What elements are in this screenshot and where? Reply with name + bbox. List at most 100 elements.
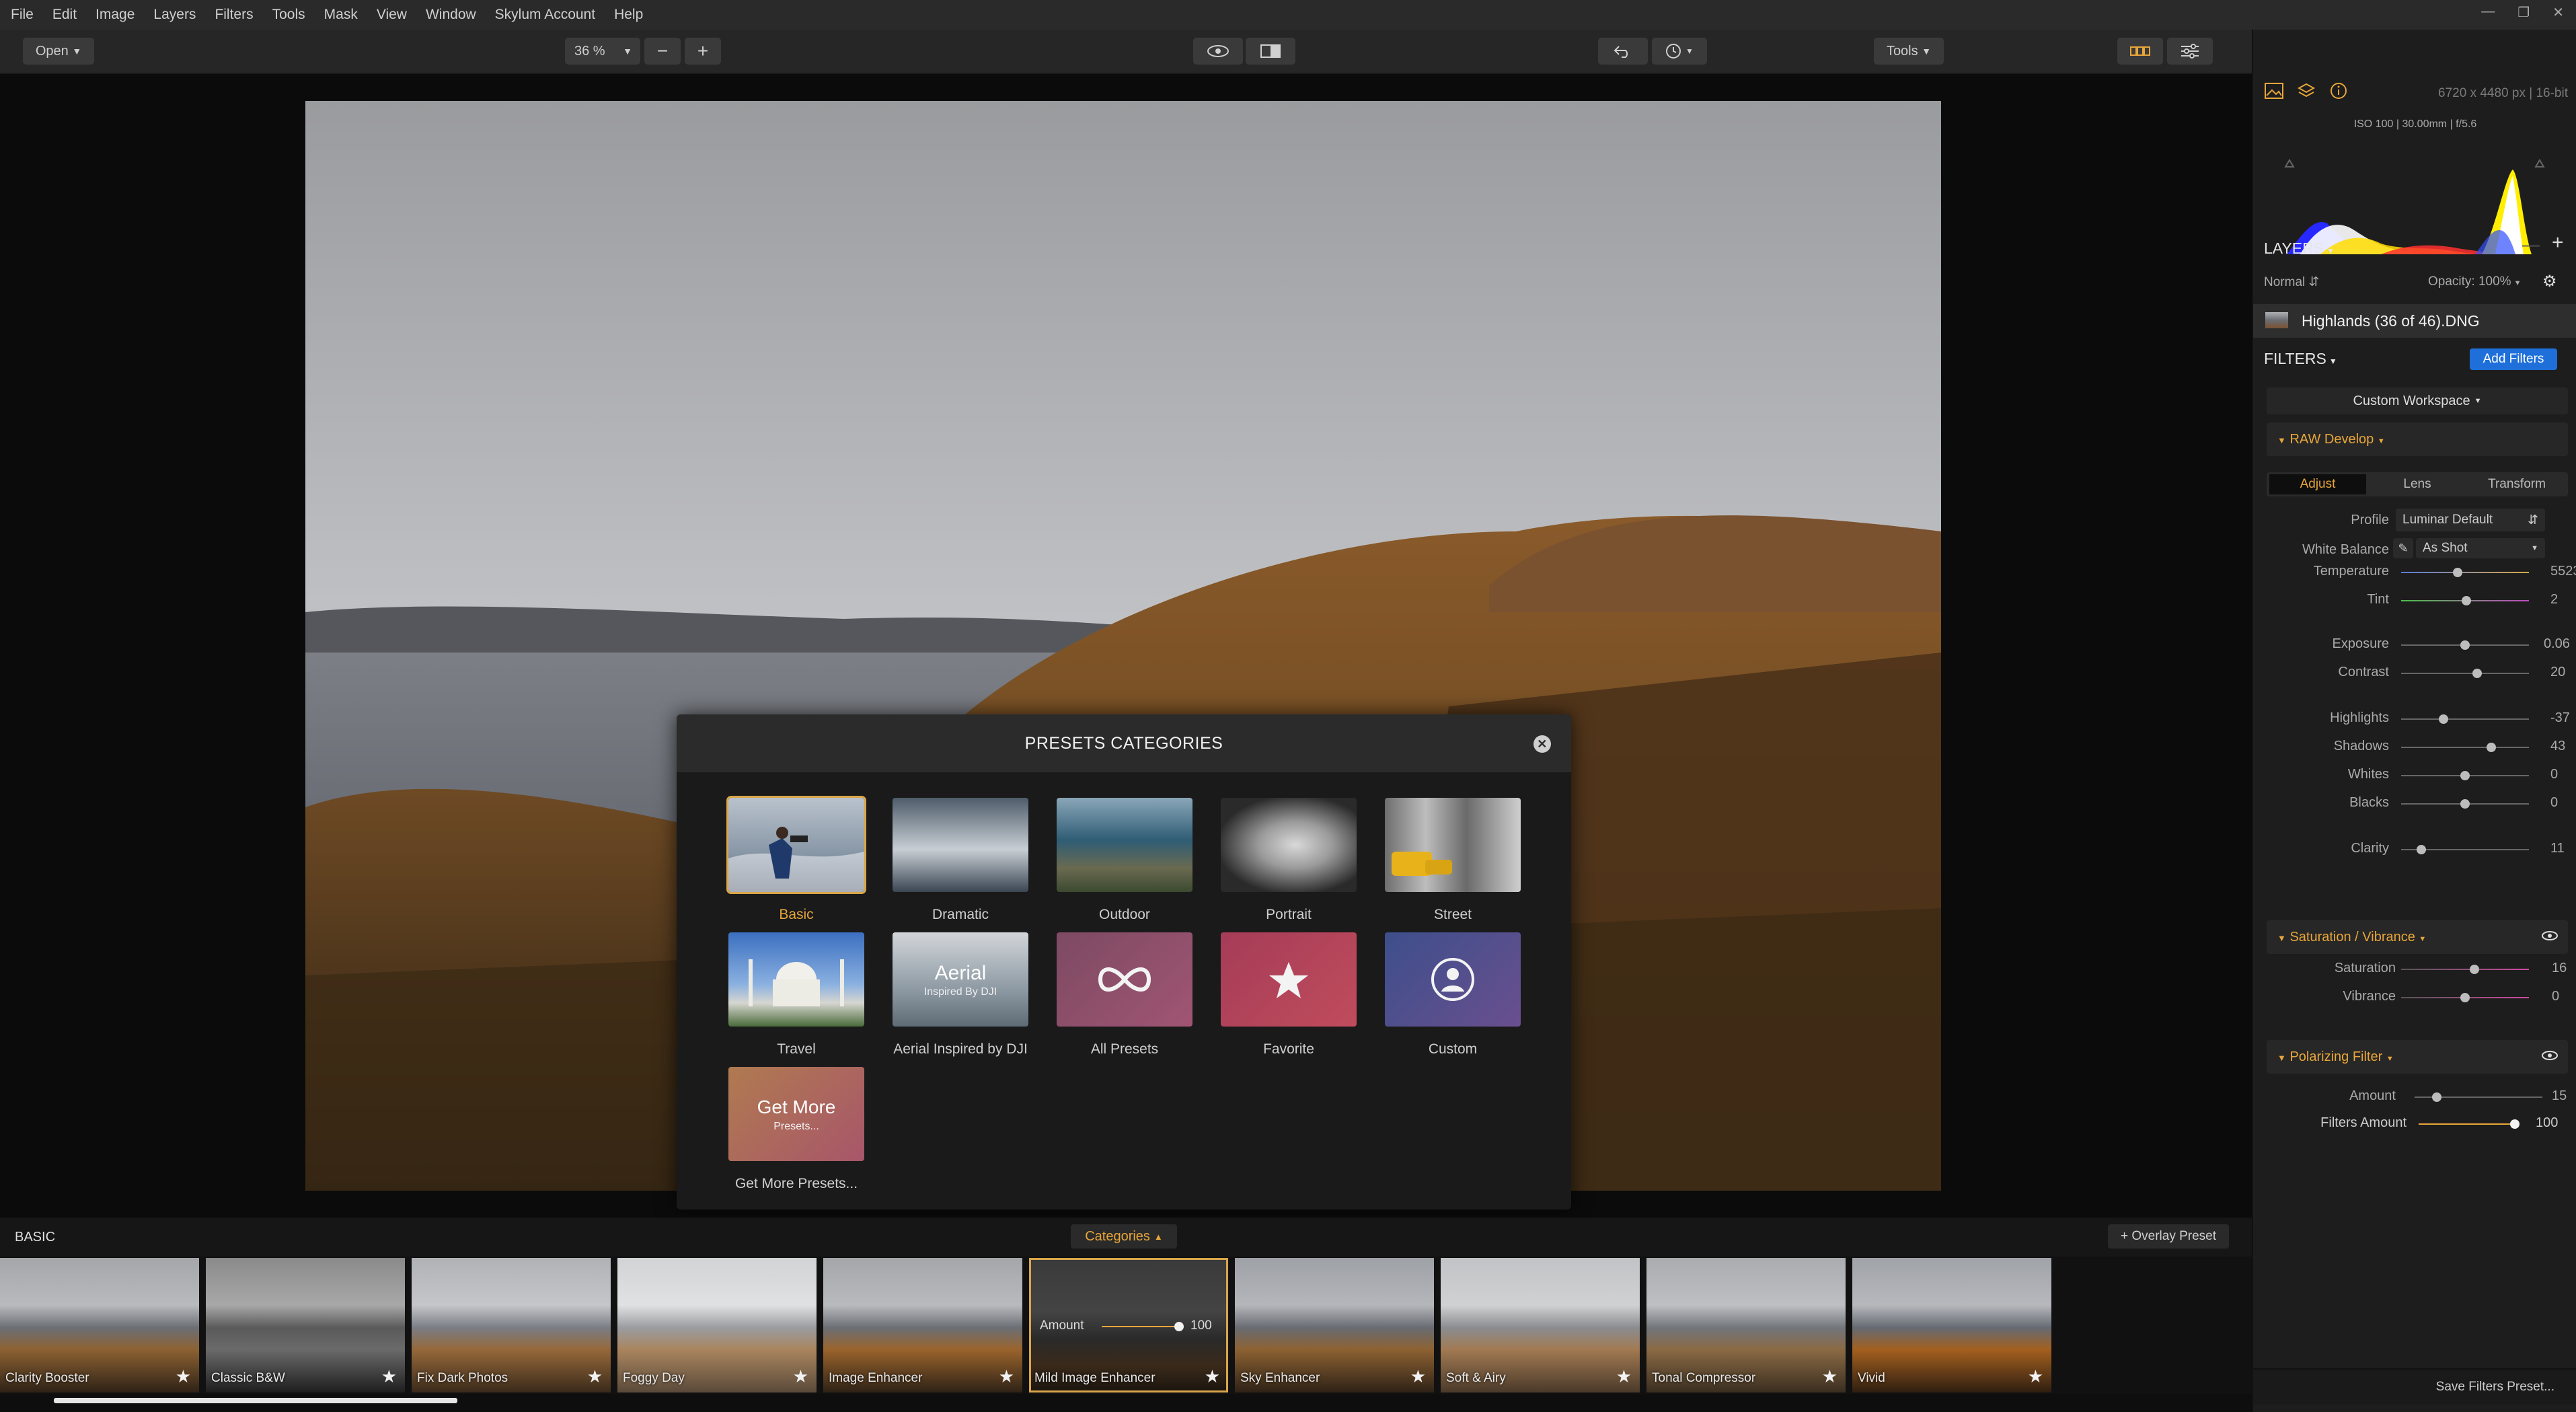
overlay-preset-button[interactable]: + Overlay Preset [2108, 1224, 2229, 1249]
star-icon[interactable]: ★ [2028, 1366, 2043, 1387]
category-travel[interactable]: Travel [728, 932, 865, 1057]
raw-slider[interactable] [2401, 845, 2529, 854]
preset-tile[interactable]: Classic B&W ★ [206, 1258, 405, 1392]
blend-mode-select[interactable]: Normal ⇵ [2264, 274, 2319, 290]
category-custom[interactable]: Custom [1384, 932, 1521, 1057]
star-icon[interactable]: ★ [1822, 1366, 1838, 1387]
layers-icon[interactable] [2298, 82, 2315, 100]
slider-knob[interactable] [2453, 568, 2463, 577]
polarizing-filter-header[interactable]: ▼ Polarizing Filter ▼ [2267, 1040, 2568, 1074]
amount-slider[interactable] [1102, 1322, 1184, 1331]
preset-tile-selected[interactable]: Amount 100 Mild Image Enhancer ★ [1029, 1258, 1228, 1392]
close-icon[interactable]: ✕ [1533, 735, 1551, 753]
preset-tile[interactable]: Soft & Airy ★ [1441, 1258, 1640, 1392]
slider-knob[interactable] [2460, 993, 2470, 1002]
filters-title[interactable]: FILTERS ▼ [2264, 350, 2337, 368]
star-icon[interactable]: ★ [793, 1366, 808, 1387]
category-basic[interactable]: Basic [726, 796, 866, 923]
filmstrip-toggle[interactable] [2117, 38, 2163, 65]
star-icon[interactable]: ★ [381, 1366, 397, 1387]
category-aerial-dji[interactable]: Aerial Inspired By DJI Aerial Inspired b… [892, 932, 1029, 1057]
eyedropper-icon[interactable]: ✎ [2393, 538, 2413, 558]
menu-skylum-account[interactable]: Skylum Account [486, 7, 605, 23]
raw-slider[interactable] [2401, 640, 2529, 650]
category-get-more[interactable]: Get More Presets... Get More Presets... [728, 1067, 865, 1192]
adjustments-toggle[interactable] [2167, 38, 2213, 65]
opacity-select[interactable]: Opacity: 100% ▼ [2428, 274, 2521, 289]
slider-knob[interactable] [2461, 596, 2471, 605]
menu-help[interactable]: Help [605, 7, 652, 23]
close-window-icon[interactable]: ✕ [2552, 4, 2564, 21]
remove-layer-button[interactable]: — [2522, 234, 2540, 255]
undo-button[interactable] [1598, 38, 1648, 65]
restore-icon[interactable]: ❐ [2517, 4, 2530, 21]
category-dramatic[interactable]: Dramatic [892, 798, 1029, 923]
preview-button[interactable] [1193, 38, 1243, 65]
preset-tile[interactable]: Image Enhancer ★ [823, 1258, 1022, 1392]
slider-knob[interactable] [2470, 965, 2480, 974]
eye-icon[interactable] [2541, 930, 2559, 942]
category-outdoor[interactable]: Outdoor [1056, 798, 1193, 923]
sat-slider[interactable] [2401, 993, 2529, 1002]
menu-tools[interactable]: Tools [263, 7, 315, 23]
zoom-in-button[interactable]: + [685, 38, 721, 65]
categories-button[interactable]: Categories ▲ [1071, 1224, 1177, 1249]
raw-slider[interactable] [2401, 568, 2529, 577]
menu-edit[interactable]: Edit [43, 7, 86, 23]
slider-knob[interactable] [2510, 1119, 2520, 1129]
slider-knob[interactable] [2416, 845, 2426, 854]
star-icon[interactable]: ★ [1616, 1366, 1632, 1387]
zoom-out-button[interactable]: − [644, 38, 681, 65]
slider-knob[interactable] [2472, 669, 2482, 678]
white-balance-select[interactable]: As Shot ▼ [2416, 538, 2545, 558]
raw-slider[interactable] [2401, 714, 2529, 724]
add-layer-button[interactable]: + [2552, 231, 2564, 254]
preset-tile[interactable]: Foggy Day ★ [617, 1258, 817, 1392]
slider-knob[interactable] [2460, 799, 2470, 809]
menu-layers[interactable]: Layers [144, 7, 205, 23]
slider-knob[interactable] [2460, 640, 2470, 650]
raw-develop-header[interactable]: ▼ RAW Develop ▼ [2267, 422, 2568, 456]
star-icon[interactable]: ★ [176, 1366, 191, 1387]
gear-icon[interactable]: ⚙ [2542, 272, 2557, 291]
slider-knob[interactable] [2432, 1092, 2442, 1102]
category-favorite[interactable]: Favorite [1220, 932, 1357, 1057]
menu-filters[interactable]: Filters [205, 7, 262, 23]
slider-knob[interactable] [1174, 1322, 1184, 1331]
open-button[interactable]: Open ▼ [23, 38, 94, 65]
preset-tile[interactable]: Vivid ★ [1852, 1258, 2051, 1392]
layer-row[interactable]: Highlands (36 of 46).DNG [2253, 304, 2576, 338]
layers-title[interactable]: LAYERS ▼ [2264, 239, 2335, 258]
raw-slider[interactable] [2401, 799, 2529, 809]
category-portrait[interactable]: Portrait [1220, 798, 1357, 923]
history-button[interactable]: ▼ [1652, 38, 1707, 65]
preset-tile[interactable]: Tonal Compressor ★ [1646, 1258, 1846, 1392]
polar-amount-slider[interactable] [2415, 1092, 2542, 1102]
preset-tile[interactable]: Sky Enhancer ★ [1235, 1258, 1434, 1392]
tools-button[interactable]: Tools ▼ [1874, 38, 1944, 65]
preset-tile[interactable]: Clarity Booster ★ [0, 1258, 199, 1392]
image-info-icon[interactable] [2264, 82, 2284, 100]
bottom-scrollbar[interactable] [0, 1394, 2252, 1412]
slider-knob[interactable] [2486, 743, 2496, 752]
tab-adjust[interactable]: Adjust [2269, 474, 2366, 494]
slider-knob[interactable] [2439, 714, 2449, 724]
scroll-thumb[interactable] [54, 1398, 457, 1403]
zoom-select[interactable]: 36 % ▼ [565, 38, 640, 65]
raw-slider[interactable] [2401, 669, 2529, 678]
star-icon[interactable]: ★ [1410, 1366, 1426, 1387]
preset-tile[interactable]: Fix Dark Photos ★ [412, 1258, 611, 1392]
star-icon[interactable]: ★ [1205, 1366, 1220, 1387]
filters-amount-slider[interactable] [2419, 1119, 2520, 1129]
star-icon[interactable]: ★ [999, 1366, 1014, 1387]
category-street[interactable]: Street [1384, 798, 1521, 923]
raw-slider[interactable] [2401, 771, 2529, 780]
info-icon[interactable] [2330, 82, 2347, 100]
compare-button[interactable] [1246, 38, 1295, 65]
raw-slider[interactable] [2401, 743, 2529, 752]
sat-slider[interactable] [2401, 965, 2529, 974]
save-filters-preset-button[interactable]: Save Filters Preset... [2253, 1368, 2576, 1405]
menu-image[interactable]: Image [86, 7, 144, 23]
workspace-select[interactable]: Custom Workspace ▼ [2267, 387, 2568, 414]
raw-slider[interactable] [2401, 596, 2529, 605]
